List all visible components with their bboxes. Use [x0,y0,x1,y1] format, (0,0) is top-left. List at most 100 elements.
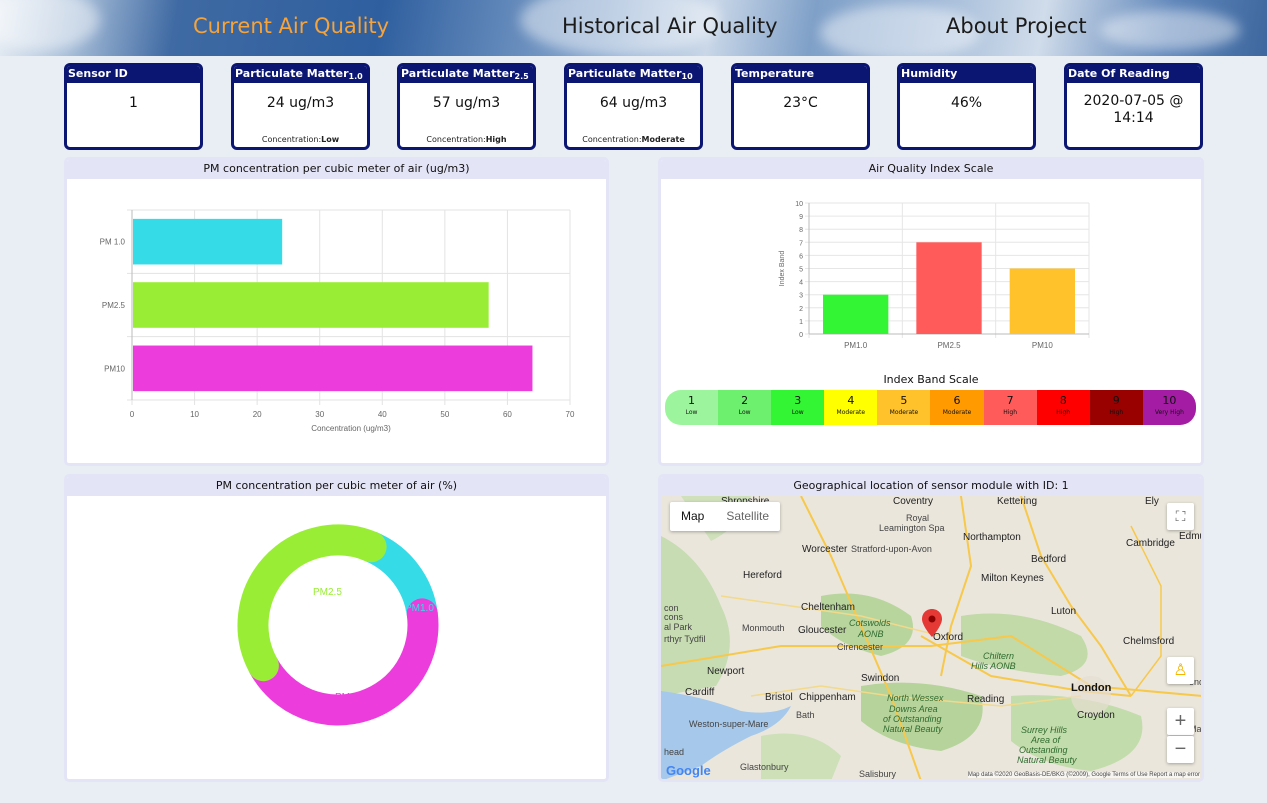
card-title: Date Of Reading [1067,66,1200,83]
panel-title: Geographical location of sensor module w… [661,477,1201,496]
map-place-label: Northampton [963,532,1021,543]
x-tick-label: PM10 [1032,341,1053,350]
aqi-bar-pm25[interactable] [916,242,982,334]
map-place-label: London [1071,682,1112,694]
humidity-value: 46% [950,95,983,111]
y-tick-label: PM10 [104,364,125,373]
band-9: 9 High [1089,390,1143,425]
band-label: High [1056,409,1071,416]
google-map[interactable]: ShropshireCoventryKetteringElyRoyalLeami… [661,496,1201,779]
y-axis-label: Index Band [779,251,786,287]
band-label: Moderate [889,409,919,416]
map-place-label: Bath [796,710,815,720]
map-place-label: Outstanding [1019,745,1068,755]
band-1: 1 Low [665,390,719,425]
map-type-satellite-button[interactable]: Satellite [715,502,780,531]
x-tick-label: 50 [440,410,449,419]
map-attribution[interactable]: Map data ©2020 GeoBasis-DE/BKG (©2009), … [967,772,1200,778]
pm-concentration-bar-panel: PM concentration per cubic meter of air … [64,157,609,466]
y-tick-label: 5 [799,267,803,274]
x-tick-label: 10 [190,410,199,419]
aqi-bar-pm10[interactable] [1009,268,1075,335]
map-place-label: Milton Keynes [981,573,1044,584]
pm25-card: Particulate Matter2.5 57 ug/m3 Concentra… [397,63,536,150]
humidity-card: Humidity 46% [897,63,1036,150]
map-type-map-button[interactable]: Map [670,502,715,531]
date-value: 2020-07-05 @14:14 [1083,93,1184,126]
zoom-out-button[interactable]: − [1167,736,1194,763]
map-place-label: Natural Beauty [1017,755,1077,765]
band-label: Moderate [942,409,972,416]
band-number: 1 [688,394,696,407]
nav-about-project[interactable]: About Project [946,14,1087,38]
band-label: High [1003,409,1017,416]
pm10-value: 64 ug/m3 [599,95,668,111]
map-place-label: Kettering [997,496,1038,507]
band-label: Moderate [836,409,866,416]
map-place-label: Bristol [765,692,793,703]
map-place-label: Weston-super-Mare [689,719,769,729]
map-place-label: head [664,747,685,757]
band-4: 4 Moderate [824,390,878,425]
aqi-bar-pm10[interactable] [823,294,889,334]
map-place-label: Chiltern [983,651,1015,661]
band-label: High [1109,409,1124,416]
pm-percentage-panel: PM concentration per cubic meter of air … [64,474,609,782]
x-tick-label: 60 [503,410,512,419]
top-nav: Current Air Quality Historical Air Quali… [0,0,1267,56]
y-tick-label: 9 [799,214,803,221]
donut-slice-pm25[interactable] [237,524,387,682]
nav-current-air-quality[interactable]: Current Air Quality [193,14,389,38]
band-label: Low [738,409,751,416]
y-tick-label: 6 [799,253,803,260]
map-place-label: Reading [967,694,1005,705]
bar-pm10[interactable] [133,218,283,265]
band-number: 8 [1059,394,1067,407]
map-panel: Geographical location of sensor module w… [658,474,1204,782]
band-number: 3 [794,394,802,407]
zoom-in-button[interactable]: + [1167,708,1194,735]
temperature-card: Temperature 23°C [731,63,870,150]
map-place-label: Edmu [1179,531,1201,542]
map-place-label: Newport [707,666,745,677]
map-place-label: North Wessex [887,693,944,703]
panel-title: PM concentration per cubic meter of air … [67,477,606,496]
sensor-id-card: Sensor ID 1 [64,63,203,150]
pm1-card: Particulate Matter1.0 24 ug/m3 Concentra… [231,63,370,150]
y-tick-label: PM 1.0 [100,238,126,247]
nav-historical-air-quality[interactable]: Historical Air Quality [562,14,778,38]
map-place-label: of Outstanding [883,714,942,724]
map-place-label: Bedford [1031,554,1067,565]
pm10-concentration: Concentration:Moderate [582,135,685,144]
y-tick-label: PM2.5 [102,301,126,310]
map-place-label: al Park [664,622,693,632]
bar-pm25[interactable] [133,282,489,328]
pegman-icon[interactable]: ♙ [1167,657,1194,684]
map-place-label: Cirencester [837,642,884,652]
band-number: 7 [1006,394,1014,407]
donut-label: PM10. [335,692,364,703]
location-marker-icon[interactable] [922,609,942,639]
y-tick-label: 7 [799,240,803,247]
map-place-label: Downs Area [889,704,938,714]
map-place-label: Chelmsford [1123,636,1175,647]
band-label: Low [685,409,698,416]
panel-title: PM concentration per cubic meter of air … [67,160,606,179]
donut-label: PM1.0 [405,603,434,614]
map-place-label: Leamington Spa [879,523,945,533]
y-tick-label: 0 [799,332,803,339]
y-tick-label: 3 [799,293,803,300]
fullscreen-icon[interactable]: ⛶ [1167,503,1194,530]
map-place-label: Hereford [743,570,782,581]
x-tick-label: PM1.0 [844,341,868,350]
map-place-label: Luton [1051,606,1077,617]
band-5: 5 Moderate [877,390,931,425]
map-place-label: cons [664,612,684,622]
y-tick-label: 10 [795,201,803,208]
cloud-decoration [1100,10,1240,50]
index-band-scale-title: Index Band Scale [883,373,979,386]
map-place-label: Cambridge [1126,538,1175,549]
y-tick-label: 4 [799,280,803,287]
bar-pm10[interactable] [133,345,533,392]
google-logo: Google [666,763,711,778]
